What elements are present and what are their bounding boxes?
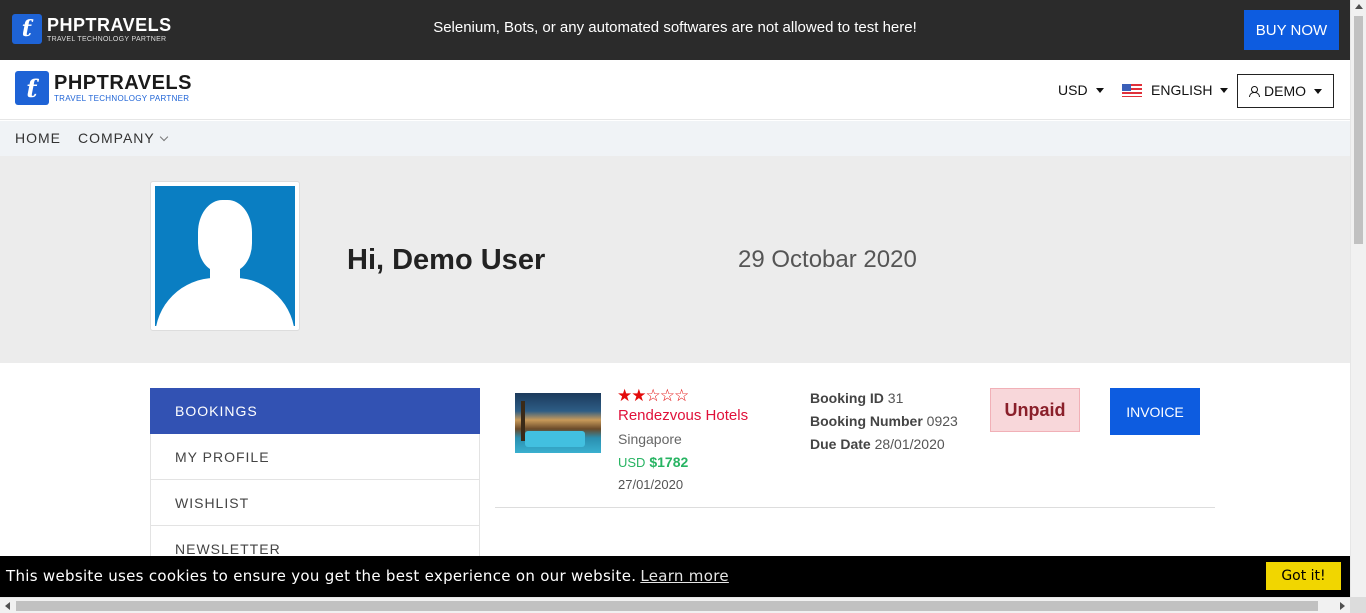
- scroll-right-arrow-icon[interactable]: [1340, 602, 1345, 610]
- nav-company-label: COMPANY: [78, 130, 155, 146]
- default-avatar-icon: [155, 186, 295, 326]
- scrollbar-corner: [1350, 597, 1366, 613]
- booking-id-row: Booking ID 31: [810, 390, 903, 406]
- sidebar-item-my-profile[interactable]: MY PROFILE: [150, 434, 480, 480]
- nav-company[interactable]: COMPANY: [78, 130, 168, 146]
- profile-header: Hi, Demo User 29 Octobar 2020: [0, 156, 1350, 363]
- vertical-scrollbar[interactable]: [1350, 0, 1366, 597]
- topbar-logo-tagline: TRAVEL TECHNOLOGY PARTNER: [47, 35, 167, 43]
- star-empty-icon: ☆: [674, 386, 689, 405]
- language-dropdown[interactable]: ENGLISH: [1122, 82, 1229, 98]
- price-amount: $1782: [649, 454, 689, 470]
- booking-date: 27/01/2020: [618, 477, 684, 492]
- payment-status-badge: Unpaid: [990, 388, 1080, 432]
- booking-number-value: 0923: [926, 413, 958, 429]
- hotel-star-rating: ★★☆☆☆: [617, 386, 689, 405]
- star-filled-icon: ★: [631, 386, 646, 405]
- us-flag-icon: [1122, 83, 1142, 97]
- scroll-up-arrow-icon[interactable]: [1355, 4, 1363, 9]
- booking-price: USD $1782: [618, 454, 688, 470]
- logo-mark-icon: ƭ: [15, 71, 49, 105]
- chevron-down-icon: [159, 132, 168, 141]
- site-header: ƭ PHPTRAVELS TRAVEL TECHNOLOGY PARTNER U…: [0, 60, 1350, 120]
- horizontal-scrollbar[interactable]: [0, 597, 1350, 613]
- scroll-left-arrow-icon[interactable]: [5, 602, 10, 610]
- invoice-button[interactable]: INVOICE: [1110, 388, 1200, 435]
- cookie-accept-button[interactable]: Got it!: [1266, 562, 1341, 590]
- announcement-message: Selenium, Bots, or any automated softwar…: [433, 19, 917, 36]
- user-greeting: Hi, Demo User: [347, 244, 546, 276]
- main-nav: HOME COMPANY: [0, 121, 1350, 156]
- hotel-name-link[interactable]: Rendezvous Hotels: [618, 407, 748, 424]
- hotel-city: Singapore: [618, 431, 682, 447]
- cookie-learn-more-link[interactable]: Learn more: [640, 567, 729, 585]
- vertical-scroll-thumb[interactable]: [1354, 16, 1363, 244]
- price-currency: USD: [618, 455, 646, 470]
- caret-down-icon: [1314, 88, 1322, 94]
- due-date-value: 28/01/2020: [874, 436, 945, 452]
- cookie-consent-bar: This website uses cookies to ensure you …: [0, 556, 1350, 597]
- due-date-row: Due Date 28/01/2020: [810, 436, 945, 452]
- booking-number-row: Booking Number 0923: [810, 413, 958, 429]
- user-icon: [1249, 85, 1260, 97]
- header-logo-name: PHPTRAVELS: [54, 72, 192, 94]
- avatar: [150, 181, 300, 331]
- header-logo-text: PHPTRAVELS TRAVEL TECHNOLOGY PARTNER: [54, 73, 192, 103]
- buy-now-button[interactable]: BUY NOW: [1244, 10, 1339, 50]
- booking-number-label: Booking Number: [810, 413, 923, 429]
- nav-home[interactable]: HOME: [15, 130, 61, 146]
- sidebar-item-wishlist[interactable]: WISHLIST: [150, 480, 480, 526]
- caret-down-icon: [1220, 87, 1229, 93]
- account-label: DEMO: [1264, 83, 1306, 99]
- header-logo[interactable]: ƭ PHPTRAVELS TRAVEL TECHNOLOGY PARTNER: [15, 71, 192, 105]
- currency-label: USD: [1058, 82, 1088, 98]
- star-empty-icon: ☆: [659, 386, 675, 405]
- language-label: ENGLISH: [1151, 82, 1213, 98]
- horizontal-scroll-thumb[interactable]: [16, 601, 1318, 611]
- booking-divider: [495, 507, 1215, 508]
- star-empty-icon: ☆: [645, 386, 661, 405]
- due-date-label: Due Date: [810, 436, 871, 452]
- top-announcement-bar: ƭ PHPTRAVELS TRAVEL TECHNOLOGY PARTNER S…: [0, 0, 1350, 60]
- sidebar-item-bookings[interactable]: BOOKINGS: [150, 388, 480, 434]
- cookie-message-wrapper: This website uses cookies to ensure you …: [6, 567, 729, 585]
- caret-down-icon: [1095, 87, 1104, 93]
- currency-dropdown[interactable]: USD: [1058, 82, 1104, 98]
- star-filled-icon: ★: [617, 386, 632, 405]
- booking-id-value: 31: [887, 390, 904, 406]
- account-dropdown-button[interactable]: DEMO: [1237, 74, 1334, 108]
- booking-id-label: Booking ID: [810, 390, 884, 406]
- account-sidebar: BOOKINGS MY PROFILE WISHLIST NEWSLETTER: [150, 388, 480, 572]
- current-date: 29 Octobar 2020: [738, 246, 917, 273]
- cookie-message: This website uses cookies to ensure you …: [6, 567, 637, 585]
- hotel-thumbnail[interactable]: [515, 393, 601, 453]
- header-logo-tagline: TRAVEL TECHNOLOGY PARTNER: [54, 94, 190, 103]
